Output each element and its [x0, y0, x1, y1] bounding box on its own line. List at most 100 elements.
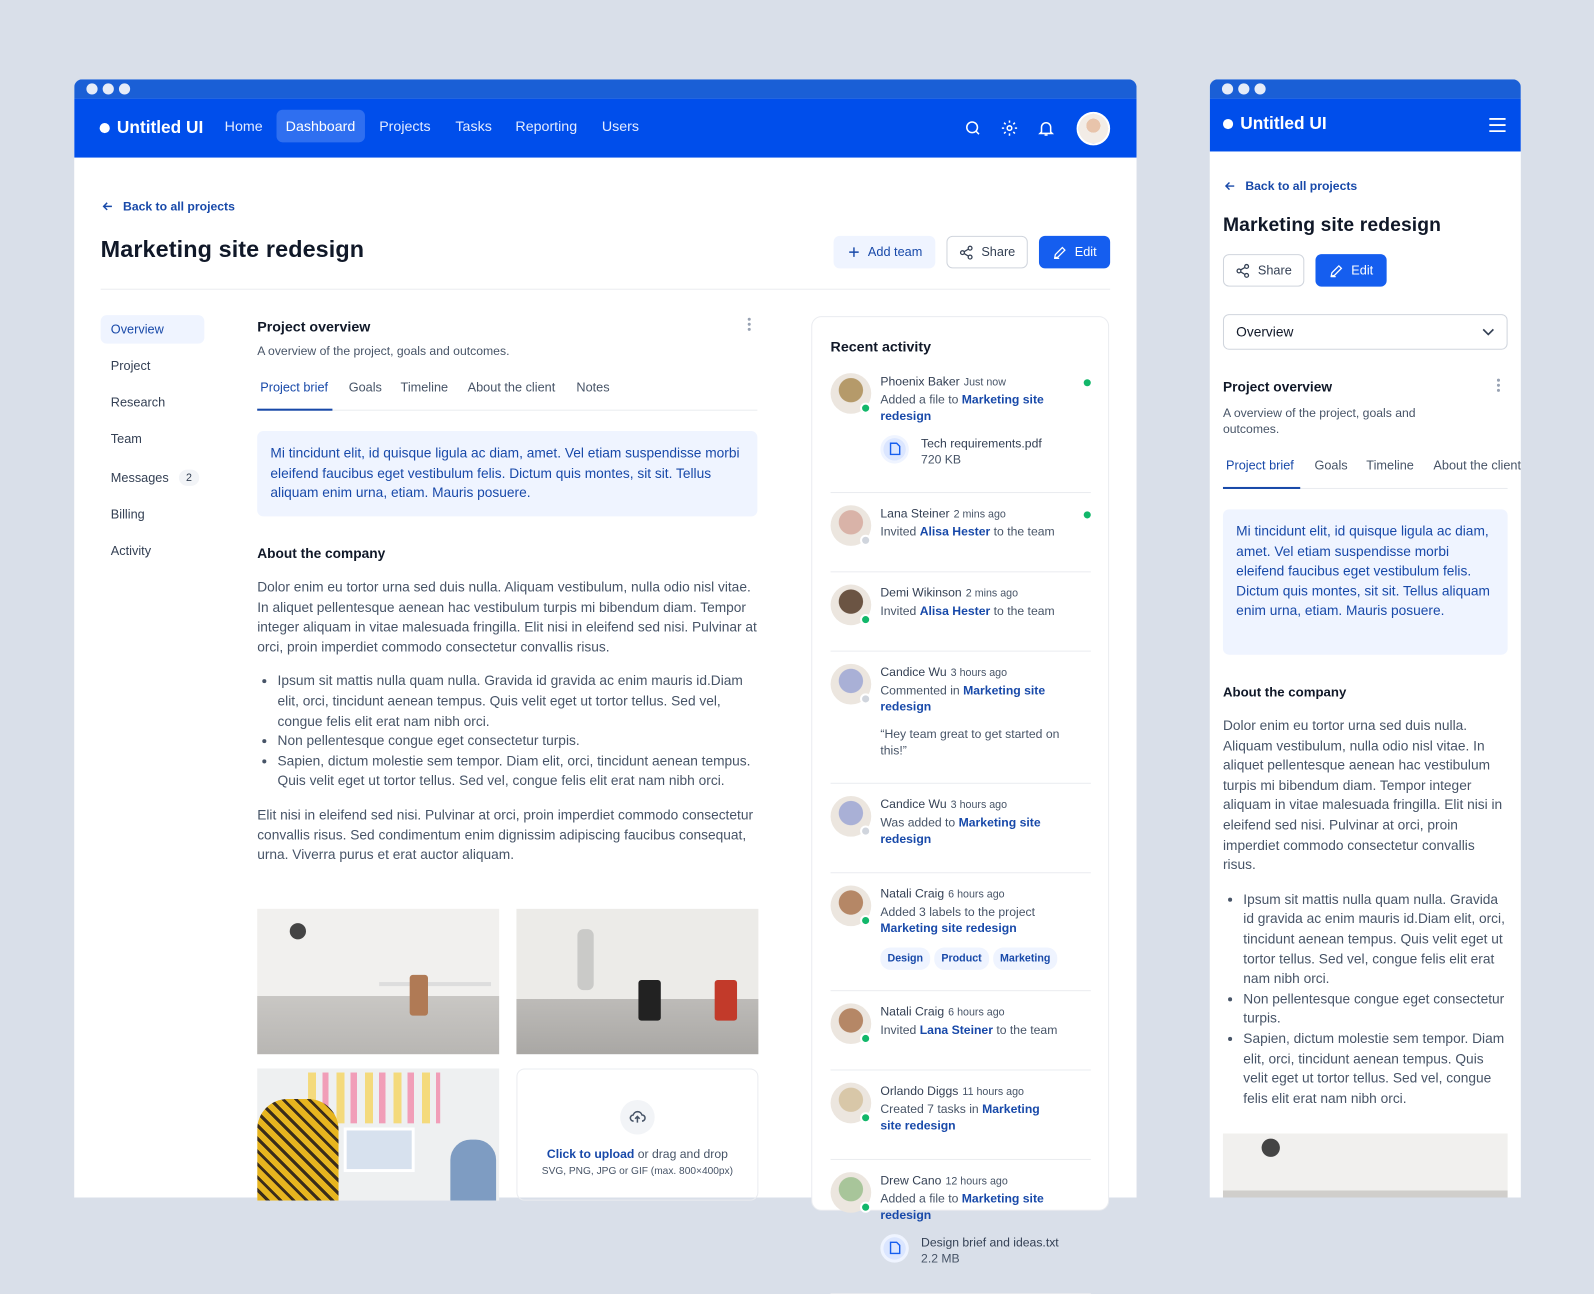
tab-about-client[interactable]: About the client — [468, 380, 556, 394]
section-subtitle: A overview of the project, goals and out… — [1222, 405, 1416, 437]
file-upload-dropzone[interactable]: Click to upload or drag and drop SVG, PN… — [516, 1068, 759, 1201]
activity-time: 6 hours ago — [948, 1006, 1005, 1019]
tab-timeline[interactable]: Timeline — [1366, 458, 1414, 472]
edit-button[interactable]: Edit — [1038, 235, 1111, 269]
activity-action: Added a file to — [880, 391, 962, 407]
file-attachment[interactable]: Tech requirements.pdf 720 KB — [880, 434, 1090, 469]
mobile-window: Untitled UI Back to all projects Marketi… — [1209, 79, 1521, 1198]
recent-activity-card: Recent activity Phoenix Baker Just now Add… — [811, 316, 1110, 1294]
actor-name[interactable]: Candice Wu — [880, 797, 946, 811]
label-tag[interactable]: Design — [880, 946, 931, 970]
online-status-dot — [860, 914, 872, 927]
activity-time: 3 hours ago — [950, 666, 1008, 680]
tab-goals[interactable]: Goals — [1314, 458, 1347, 472]
share-button[interactable]: Share — [1222, 254, 1305, 287]
actor-name[interactable]: Demi Wikinson — [880, 586, 961, 600]
nav-home[interactable]: Home — [216, 110, 272, 143]
actor-name[interactable]: Lana Steiner — [880, 506, 949, 520]
sidebar-item-activity[interactable]: Activity — [101, 537, 205, 565]
file-attachment[interactable]: Design brief and ideas.txt 2.2 MB — [880, 1233, 1090, 1268]
office-photo-2 — [516, 908, 759, 1055]
activity-link[interactable]: Alisa Hester — [920, 603, 991, 617]
chevron-down-icon — [1482, 328, 1494, 336]
sidebar-item-research[interactable]: Research — [101, 388, 205, 416]
share-button[interactable]: Share — [946, 235, 1028, 269]
messages-count-badge: 2 — [178, 469, 200, 486]
arrow-left-icon — [1224, 181, 1235, 191]
offline-status-dot — [860, 534, 872, 546]
bullet-item: Non pellentesque congue eget consectetur… — [1243, 989, 1510, 1029]
activity-link[interactable]: Lana Steiner — [920, 1022, 993, 1036]
nav-tasks[interactable]: Tasks — [446, 110, 501, 143]
file-name: Design brief and ideas.txt — [921, 1234, 1059, 1249]
logo-text: Untitled UI — [116, 117, 204, 138]
sidebar-label: Activity — [110, 543, 152, 559]
offline-status-dot — [860, 825, 872, 837]
tab-timeline[interactable]: Timeline — [401, 380, 449, 394]
activity-item: Drew Cano 12 hours ago Added a file to Mar… — [830, 1172, 1091, 1294]
sidebar-item-overview[interactable]: Overview — [100, 315, 205, 344]
more-vertical-icon[interactable] — [742, 315, 756, 333]
actor-name[interactable]: Natali Craig — [880, 886, 944, 900]
actor-name[interactable]: Phoenix Baker — [880, 374, 959, 388]
activity-time: 2 mins ago — [965, 587, 1019, 600]
more-vertical-icon[interactable] — [1492, 377, 1504, 393]
settings-icon[interactable] — [999, 118, 1019, 138]
sidebar-label: Overview — [110, 322, 164, 337]
section-title: Project overview — [257, 318, 371, 335]
back-to-projects-link[interactable]: Back to all projects — [101, 199, 235, 213]
sidebar-item-team[interactable]: Team — [101, 425, 205, 453]
file-size: 720 KB — [921, 452, 962, 467]
logo-text: Untitled UI — [1240, 113, 1327, 134]
nav-users[interactable]: Users — [593, 110, 648, 143]
actor-name[interactable]: Natali Craig — [880, 1004, 944, 1018]
tab-project-brief[interactable]: Project brief — [1226, 458, 1294, 472]
bullet-item: Sapien, dictum molestie sem tempor. Diam… — [1243, 1029, 1510, 1109]
back-to-projects-link[interactable]: Back to all projects — [1223, 179, 1357, 193]
tab-about-client[interactable]: About the client — [1433, 458, 1520, 472]
hamburger-menu-icon[interactable] — [1486, 115, 1508, 135]
share-icon — [960, 245, 973, 260]
activity-action: Invited — [880, 1022, 920, 1037]
pencil-icon — [1054, 246, 1067, 259]
bullet-item: Ipsum sit mattis nulla quam nulla. Gravi… — [278, 671, 758, 731]
label-tag[interactable]: Marketing — [992, 946, 1058, 970]
sidebar-item-project[interactable]: Project — [101, 352, 205, 380]
add-team-button[interactable]: Add team — [833, 235, 936, 269]
nav-reporting[interactable]: Reporting — [506, 110, 586, 143]
nav-dashboard[interactable]: Dashboard — [276, 109, 365, 143]
section-subtitle: A overview of the project, goals and out… — [257, 343, 510, 358]
actor-name[interactable]: Candice Wu — [880, 665, 946, 679]
logo[interactable]: Untitled UI — [99, 117, 204, 138]
tab-goals[interactable]: Goals — [349, 380, 382, 394]
search-icon[interactable] — [963, 118, 983, 138]
bell-icon[interactable] — [1036, 118, 1056, 138]
label-tag[interactable]: Product — [934, 946, 989, 970]
sidebar-label: Research — [110, 395, 166, 410]
about-paragraph-2: Elit nisi in eleifend sed nisi. Pulvinar… — [257, 807, 754, 863]
activity-link[interactable]: Alisa Hester — [920, 524, 991, 538]
actor-name[interactable]: Drew Cano — [880, 1173, 941, 1187]
sidebar-item-billing[interactable]: Billing — [101, 500, 205, 528]
team-meeting-photo — [257, 1068, 500, 1201]
nav-projects[interactable]: Projects — [370, 110, 440, 143]
bullet-item: Non pellentesque congue eget consectetur… — [278, 731, 758, 751]
actor-name[interactable]: Orlando Diggs — [880, 1084, 958, 1098]
back-label: Back to all projects — [1245, 178, 1358, 194]
section-select[interactable]: Overview — [1222, 314, 1508, 350]
user-avatar[interactable] — [1076, 111, 1111, 146]
activity-item: Candice Wu 3 hours ago Was added to Market… — [830, 795, 1091, 874]
activity-action: Added a file to — [880, 1190, 962, 1206]
activity-item: Phoenix Baker Just now Added a file to Mar… — [830, 373, 1091, 494]
activity-link[interactable]: Marketing site redesign — [880, 921, 1016, 935]
tab-project-brief[interactable]: Project brief — [260, 380, 328, 394]
activity-item: Demi Wikinson 2 mins ago Invited Alisa Hes… — [830, 584, 1091, 652]
about-company-heading: About the company — [1222, 684, 1347, 700]
edit-button[interactable]: Edit — [1315, 254, 1387, 287]
activity-time: 3 hours ago — [950, 799, 1008, 812]
tab-notes[interactable]: Notes — [576, 380, 609, 394]
sidebar-item-messages[interactable]: Messages 2 — [101, 463, 205, 493]
sidebar-label: Team — [110, 432, 142, 447]
click-to-upload-link[interactable]: Click to upload — [547, 1147, 634, 1161]
logo[interactable]: Untitled UI — [1222, 113, 1327, 134]
